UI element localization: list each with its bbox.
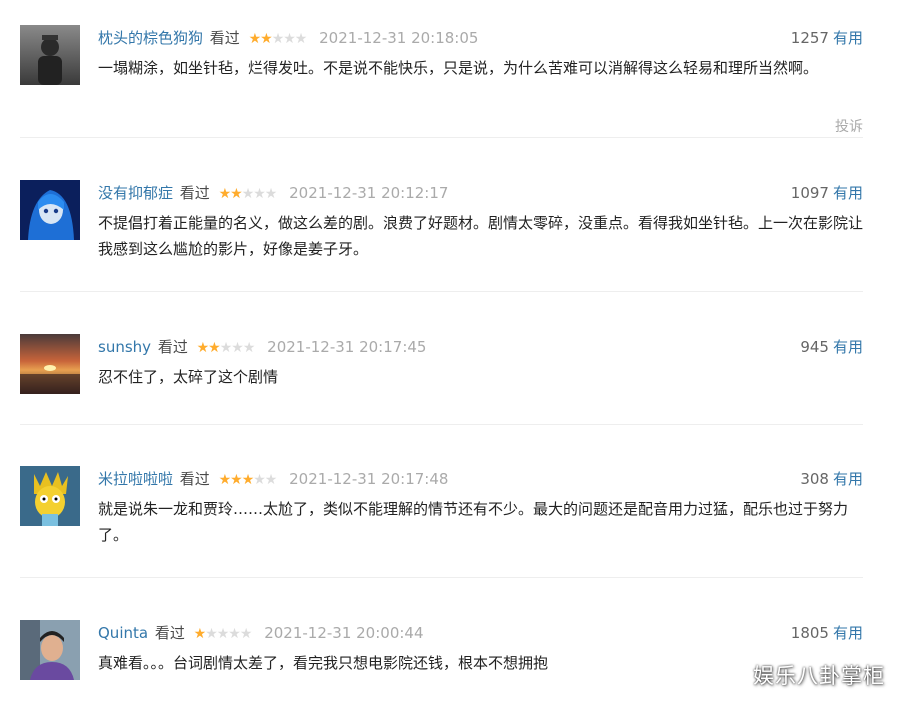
comment-header: sunshy 看过 ★★★★★ 2021-12-31 20:17:45 945 有… [98, 336, 863, 358]
comment-text: 不提倡打着正能量的名义，做这么差的剧。浪费了好题材。剧情太零碎，没重点。看得我如… [98, 214, 864, 258]
star-empty-icon: ★★★ [271, 31, 308, 47]
comment-time: 2021-12-31 20:18:05 [319, 29, 479, 47]
rating-stars: ★★★★★ [248, 28, 308, 50]
star-filled-icon: ★★ [248, 31, 273, 47]
comment-header: Quinta 看过 ★★★★★ 2021-12-31 20:00:44 1805… [98, 622, 863, 644]
star-filled-icon: ★★ [196, 340, 221, 356]
useful-button[interactable]: 有用 [833, 338, 863, 356]
username-link[interactable]: 枕头的棕色狗狗 [98, 29, 203, 47]
comment-text: 一塌糊涂，如坐针毡，烂得发吐。不是说不能快乐，只是说，为什么苦难可以消解得这么轻… [98, 59, 819, 77]
star-filled-icon: ★ [193, 626, 207, 642]
vote-count: 1257 [790, 29, 829, 47]
useful-button[interactable]: 有用 [833, 470, 863, 488]
comment-item: sunshy 看过 ★★★★★ 2021-12-31 20:17:45 945 有… [20, 334, 863, 425]
vote-area: 945 有用 [800, 336, 863, 358]
comment-item: 没有抑郁症 看过 ★★★★★ 2021-12-31 20:12:17 1097 有… [20, 180, 863, 292]
vote-area: 1805 有用 [791, 622, 863, 644]
comment-item: 枕头的棕色狗狗 看过 ★★★★★ 2021-12-31 20:18:05 125… [20, 25, 863, 138]
username-link[interactable]: 没有抑郁症 [98, 184, 173, 202]
star-empty-icon: ★★★★ [205, 626, 252, 642]
vote-count: 1097 [790, 184, 829, 202]
rating-stars: ★★★★★ [196, 337, 256, 359]
user-avatar[interactable] [20, 620, 80, 680]
vote-count: 945 [800, 338, 829, 356]
watch-status: 看过 [179, 470, 210, 488]
watch-status: 看过 [179, 184, 210, 202]
comment-time: 2021-12-31 20:00:44 [264, 624, 424, 642]
vote-count: 308 [800, 470, 829, 488]
watermark: 娱乐八卦掌柜 [753, 664, 885, 688]
username-link[interactable]: Quinta [98, 624, 148, 642]
watch-status: 看过 [157, 338, 188, 356]
star-filled-icon: ★★★ [218, 472, 255, 488]
comment-text: 真难看。。。台词剧情太差了，看完我只想电影院还钱，根本不想拥抱 [98, 654, 549, 672]
comment-header: 没有抑郁症 看过 ★★★★★ 2021-12-31 20:12:17 1097 有… [98, 182, 863, 204]
vote-count: 1805 [790, 624, 829, 642]
comment-item: 米拉啦啦啦 看过 ★★★★★ 2021-12-31 20:17:48 308 有用… [20, 466, 863, 578]
rating-stars: ★★★★★ [218, 469, 278, 491]
comment-text: 就是说朱一龙和贾玲……太尬了，类似不能理解的情节还有不少。最大的问题还是配音用力… [98, 500, 849, 544]
watch-status: 看过 [154, 624, 185, 642]
vote-area: 1097 有用 [791, 182, 863, 204]
comment-list-page: 枕头的棕色狗狗 看过 ★★★★★ 2021-12-31 20:18:05 125… [0, 0, 897, 704]
vote-area: 308 有用 [800, 468, 863, 490]
rating-stars: ★★★★★ [218, 183, 278, 205]
star-empty-icon: ★★★ [219, 340, 256, 356]
useful-button[interactable]: 有用 [833, 29, 863, 47]
comment-time: 2021-12-31 20:12:17 [289, 184, 449, 202]
star-filled-icon: ★★ [218, 186, 243, 202]
vote-area: 1257 有用 [791, 27, 863, 49]
comment-item: Quinta 看过 ★★★★★ 2021-12-31 20:00:44 1805… [20, 620, 863, 704]
user-avatar[interactable] [20, 180, 80, 240]
user-avatar[interactable] [20, 466, 80, 526]
username-link[interactable]: 米拉啦啦啦 [98, 470, 173, 488]
rating-stars: ★★★★★ [193, 623, 253, 645]
comment-header: 米拉啦啦啦 看过 ★★★★★ 2021-12-31 20:17:48 308 有用 [98, 468, 863, 490]
comment-time: 2021-12-31 20:17:48 [289, 470, 449, 488]
useful-button[interactable]: 有用 [833, 184, 863, 202]
comment-text: 忍不住了，太碎了这个剧情 [98, 368, 279, 386]
report-link[interactable]: 投诉 [835, 116, 863, 136]
user-avatar[interactable] [20, 334, 80, 394]
user-avatar[interactable] [20, 25, 80, 85]
comment-header: 枕头的棕色狗狗 看过 ★★★★★ 2021-12-31 20:18:05 125… [98, 27, 863, 49]
comment-time: 2021-12-31 20:17:45 [267, 338, 427, 356]
watch-status: 看过 [209, 29, 240, 47]
star-empty-icon: ★★★ [241, 186, 278, 202]
username-link[interactable]: sunshy [98, 338, 151, 356]
star-empty-icon: ★★ [253, 472, 277, 488]
useful-button[interactable]: 有用 [833, 624, 863, 642]
